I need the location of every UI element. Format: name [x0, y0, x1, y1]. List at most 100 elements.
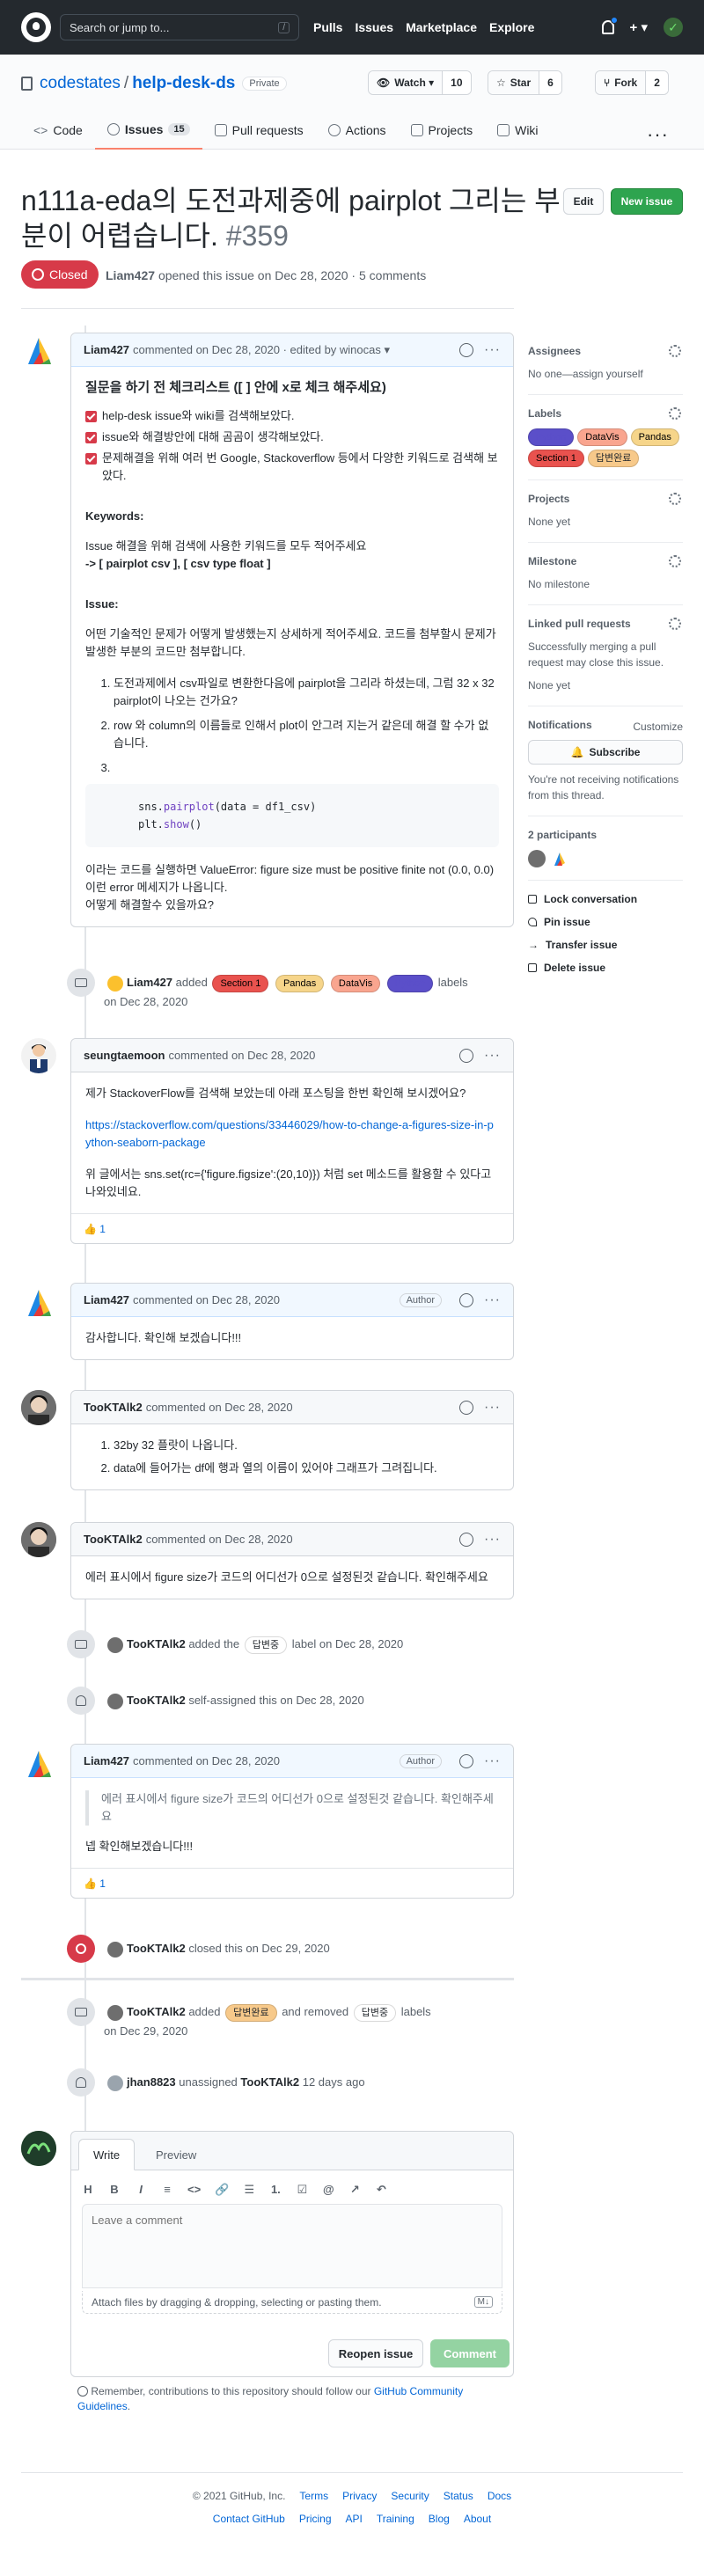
nav-pulls[interactable]: Pulls	[313, 20, 342, 34]
checkbox-checked[interactable]	[85, 411, 97, 422]
event-author[interactable]: TooKTAlk2	[127, 1942, 186, 1955]
checkbox-checked[interactable]	[85, 432, 97, 443]
create-new-menu[interactable]: + ▾	[630, 19, 648, 35]
gear-icon[interactable]	[669, 345, 681, 357]
label-datavis[interactable]: DataVis	[330, 975, 381, 992]
thumbs-up-reaction[interactable]: 👍 1	[84, 1223, 106, 1235]
italic-icon[interactable]: I	[135, 2183, 147, 2197]
thumbs-up-reaction[interactable]: 👍 1	[84, 1877, 106, 1890]
footer-link-about[interactable]: About	[464, 2513, 491, 2525]
pin-issue-action[interactable]: Pin issue	[528, 916, 683, 928]
footer-link-privacy[interactable]: Privacy	[342, 2490, 377, 2502]
comment-menu-icon[interactable]: ···	[484, 1753, 501, 1769]
transfer-issue-action[interactable]: → Transfer issue	[528, 939, 683, 951]
footer-link-status[interactable]: Status	[444, 2490, 473, 2502]
avatar[interactable]	[107, 2004, 123, 2021]
mention-icon[interactable]: @	[322, 2183, 334, 2197]
avatar[interactable]	[107, 1693, 123, 1709]
comment-menu-icon[interactable]: ···	[484, 1400, 501, 1416]
task-list-icon[interactable]: ☑	[296, 2183, 308, 2197]
avatar-liam427[interactable]	[21, 333, 56, 368]
label-python[interactable]: Python	[528, 428, 575, 446]
label-section-1[interactable]: Section 1	[212, 975, 269, 992]
watch-count[interactable]: 10	[443, 71, 471, 94]
comment-textarea[interactable]	[82, 2204, 502, 2288]
footer-link-training[interactable]: Training	[377, 2513, 414, 2525]
issue-author[interactable]: Liam427	[106, 268, 155, 282]
add-reaction-icon[interactable]	[459, 342, 474, 357]
current-user-avatar[interactable]	[21, 2131, 56, 2166]
label-answering[interactable]: 답변중	[244, 1636, 288, 1654]
nav-issues[interactable]: Issues	[355, 20, 393, 34]
label-pandas[interactable]: Pandas	[630, 428, 679, 446]
avatar-tooktalk2[interactable]	[21, 1522, 56, 1557]
comment-menu-icon[interactable]: ···	[484, 342, 501, 358]
comment-author[interactable]: TooKTAlk2	[84, 1401, 143, 1414]
notifications-icon[interactable]	[601, 17, 618, 34]
event-author[interactable]: TooKTAlk2	[127, 2005, 186, 2018]
assignees-value[interactable]: No one—assign yourself	[528, 366, 683, 382]
numbered-list-icon[interactable]: 1.	[269, 2183, 282, 2197]
event-target-user[interactable]: TooKTAlk2	[240, 2075, 299, 2089]
comment-author[interactable]: seungtaemoon	[84, 1049, 165, 1062]
github-logo-icon[interactable]	[21, 12, 51, 42]
lock-conversation-action[interactable]: Lock conversation	[528, 893, 683, 905]
fork-button[interactable]: ⑂ Fork	[596, 71, 647, 94]
avatar[interactable]	[107, 1941, 123, 1958]
label-datavis[interactable]: DataVis	[577, 428, 627, 446]
event-author[interactable]: Liam427	[127, 976, 172, 989]
footer-link-security[interactable]: Security	[391, 2490, 429, 2502]
tab-preview[interactable]: Preview	[142, 2139, 210, 2170]
event-author[interactable]: TooKTAlk2	[127, 1637, 186, 1650]
avatar[interactable]	[107, 975, 123, 992]
participant-avatar[interactable]	[528, 850, 546, 867]
gear-icon[interactable]	[669, 407, 681, 420]
nav-explore[interactable]: Explore	[489, 20, 534, 34]
gear-icon[interactable]	[669, 493, 681, 505]
tab-pull-requests[interactable]: Pull requests	[202, 111, 316, 150]
label-answering[interactable]: 답변중	[353, 2004, 397, 2022]
comment-menu-icon[interactable]: ···	[484, 1292, 501, 1308]
checkbox-checked[interactable]	[85, 453, 97, 465]
gear-icon[interactable]	[669, 618, 681, 630]
fork-count[interactable]: 2	[646, 71, 668, 94]
comment-author[interactable]: Liam427	[84, 343, 129, 356]
participant-avatar[interactable]	[551, 850, 568, 867]
cross-reference-icon[interactable]: ↗	[348, 2183, 361, 2197]
watch-button[interactable]: 👁 Watch ▾	[369, 71, 444, 94]
link-icon[interactable]: 🔗	[215, 2183, 229, 2197]
bullet-list-icon[interactable]: ☰	[243, 2183, 255, 2197]
gear-icon[interactable]	[669, 555, 681, 567]
avatar-liam427[interactable]	[21, 1745, 56, 1781]
avatar[interactable]	[107, 2075, 123, 2091]
stackoverflow-link[interactable]: https://stackoverflow.com/questions/3344…	[85, 1118, 494, 1149]
repo-owner-link[interactable]: codestates	[40, 74, 121, 93]
label-pandas[interactable]: Pandas	[275, 975, 325, 992]
avatar-liam427[interactable]	[21, 1284, 56, 1320]
new-issue-button[interactable]: New issue	[611, 188, 683, 215]
footer-link-pricing[interactable]: Pricing	[299, 2513, 332, 2525]
bold-icon[interactable]: B	[108, 2183, 121, 2197]
avatar-tooktalk2[interactable]	[21, 1390, 56, 1425]
avatar-seungtaemoon[interactable]	[21, 1038, 56, 1073]
star-count[interactable]: 6	[539, 71, 561, 94]
add-reaction-icon[interactable]	[459, 1292, 474, 1307]
label-answered[interactable]: 답변완료	[587, 450, 640, 467]
comment-menu-icon[interactable]: ···	[484, 1048, 501, 1064]
customize-link[interactable]: Customize	[633, 719, 683, 735]
subscribe-button[interactable]: 🔔 Subscribe	[528, 740, 683, 765]
nav-marketplace[interactable]: Marketplace	[406, 20, 477, 34]
label-section-1[interactable]: Section 1	[528, 450, 584, 467]
comment-author[interactable]: Liam427	[84, 1293, 129, 1306]
reply-icon[interactable]: ↶	[375, 2183, 387, 2197]
tab-wiki[interactable]: Wiki	[485, 111, 550, 150]
footer-link-terms[interactable]: Terms	[299, 2490, 328, 2502]
tab-projects[interactable]: Projects	[399, 111, 486, 150]
repo-name-link[interactable]: help-desk-ds	[132, 74, 235, 93]
tab-actions[interactable]: Actions	[316, 111, 399, 150]
event-author[interactable]: jhan8823	[127, 2075, 176, 2089]
event-author[interactable]: TooKTAlk2	[127, 1694, 186, 1707]
label-python[interactable]: Python	[386, 975, 434, 992]
add-reaction-icon[interactable]	[459, 1753, 474, 1768]
edit-title-button[interactable]: Edit	[563, 188, 604, 215]
